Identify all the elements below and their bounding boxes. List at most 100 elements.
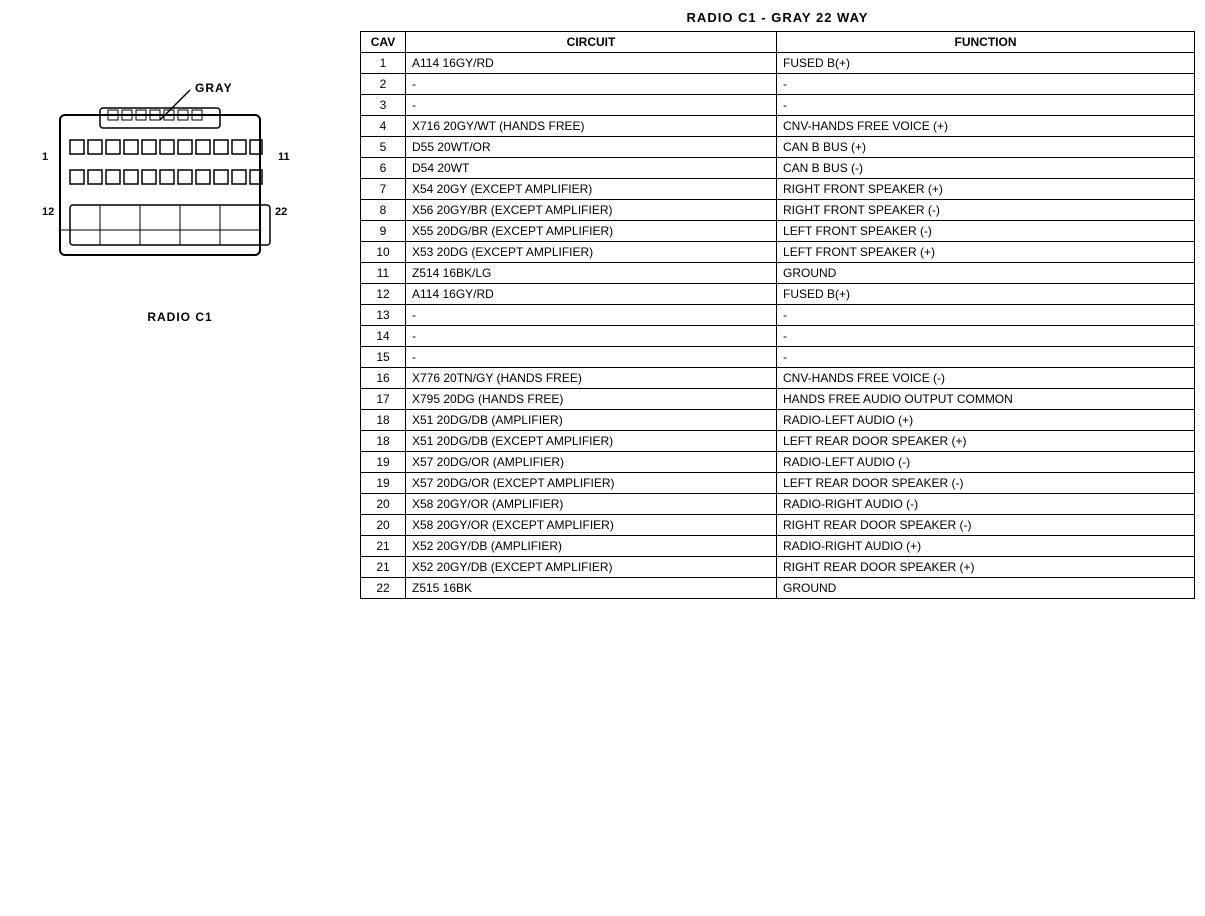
cell-circuit: - xyxy=(406,305,777,326)
cell-function: FUSED B(+) xyxy=(777,53,1195,74)
cell-circuit: Z514 16BK/LG xyxy=(406,263,777,284)
cell-cav: 11 xyxy=(361,263,406,284)
cell-function: CNV-HANDS FREE VOICE (+) xyxy=(777,116,1195,137)
cell-function: RADIO-RIGHT AUDIO (-) xyxy=(777,494,1195,515)
table-row: 18X51 20DG/DB (AMPLIFIER)RADIO-LEFT AUDI… xyxy=(361,410,1195,431)
cell-circuit: X52 20GY/DB (AMPLIFIER) xyxy=(406,536,777,557)
table-row: 5D55 20WT/ORCAN B BUS (+) xyxy=(361,137,1195,158)
cell-cav: 17 xyxy=(361,389,406,410)
cell-circuit: A114 16GY/RD xyxy=(406,53,777,74)
table-row: 20X58 20GY/OR (EXCEPT AMPLIFIER)RIGHT RE… xyxy=(361,515,1195,536)
cell-function: - xyxy=(777,347,1195,368)
table-row: 15-- xyxy=(361,347,1195,368)
table-row: 8X56 20GY/BR (EXCEPT AMPLIFIER)RIGHT FRO… xyxy=(361,200,1195,221)
svg-text:GRAY: GRAY xyxy=(195,81,233,95)
cell-cav: 5 xyxy=(361,137,406,158)
circuit-table: CAV CIRCUIT FUNCTION 1A114 16GY/RDFUSED … xyxy=(360,31,1195,599)
cell-cav: 13 xyxy=(361,305,406,326)
cell-function: LEFT REAR DOOR SPEAKER (-) xyxy=(777,473,1195,494)
cell-cav: 6 xyxy=(361,158,406,179)
cell-circuit: X54 20GY (EXCEPT AMPLIFIER) xyxy=(406,179,777,200)
right-panel: RADIO C1 - GRAY 22 WAY CAV CIRCUIT FUNCT… xyxy=(360,10,1195,599)
cell-circuit: X52 20GY/DB (EXCEPT AMPLIFIER) xyxy=(406,557,777,578)
cell-cav: 7 xyxy=(361,179,406,200)
cell-cav: 2 xyxy=(361,74,406,95)
table-row: 21X52 20GY/DB (EXCEPT AMPLIFIER)RIGHT RE… xyxy=(361,557,1195,578)
cell-circuit: X55 20DG/BR (EXCEPT AMPLIFIER) xyxy=(406,221,777,242)
cell-circuit: D54 20WT xyxy=(406,158,777,179)
cell-cav: 19 xyxy=(361,473,406,494)
cell-function: RIGHT REAR DOOR SPEAKER (-) xyxy=(777,515,1195,536)
svg-text:1: 1 xyxy=(42,151,48,163)
cell-function: RIGHT FRONT SPEAKER (-) xyxy=(777,200,1195,221)
cell-cav: 16 xyxy=(361,368,406,389)
cell-function: CNV-HANDS FREE VOICE (-) xyxy=(777,368,1195,389)
cell-cav: 21 xyxy=(361,557,406,578)
table-row: 17X795 20DG (HANDS FREE)HANDS FREE AUDIO… xyxy=(361,389,1195,410)
cell-function: GROUND xyxy=(777,263,1195,284)
cell-cav: 18 xyxy=(361,431,406,452)
cell-circuit: X51 20DG/DB (EXCEPT AMPLIFIER) xyxy=(406,431,777,452)
cell-cav: 14 xyxy=(361,326,406,347)
table-row: 6D54 20WTCAN B BUS (-) xyxy=(361,158,1195,179)
cell-circuit: - xyxy=(406,326,777,347)
cell-cav: 21 xyxy=(361,536,406,557)
cell-function: LEFT REAR DOOR SPEAKER (+) xyxy=(777,431,1195,452)
cell-circuit: X53 20DG (EXCEPT AMPLIFIER) xyxy=(406,242,777,263)
header-function: FUNCTION xyxy=(777,32,1195,53)
cell-function: RIGHT REAR DOOR SPEAKER (+) xyxy=(777,557,1195,578)
table-row: 22Z515 16BKGROUND xyxy=(361,578,1195,599)
table-row: 9X55 20DG/BR (EXCEPT AMPLIFIER)LEFT FRON… xyxy=(361,221,1195,242)
cell-circuit: X776 20TN/GY (HANDS FREE) xyxy=(406,368,777,389)
cell-circuit: X716 20GY/WT (HANDS FREE) xyxy=(406,116,777,137)
cell-function: - xyxy=(777,326,1195,347)
table-row: 12A114 16GY/RDFUSED B(+) xyxy=(361,284,1195,305)
svg-text:12: 12 xyxy=(42,206,54,218)
cell-circuit: X51 20DG/DB (AMPLIFIER) xyxy=(406,410,777,431)
table-row: 14-- xyxy=(361,326,1195,347)
cell-circuit: X795 20DG (HANDS FREE) xyxy=(406,389,777,410)
table-row: 16X776 20TN/GY (HANDS FREE)CNV-HANDS FRE… xyxy=(361,368,1195,389)
table-row: 11Z514 16BK/LGGROUND xyxy=(361,263,1195,284)
cell-cav: 8 xyxy=(361,200,406,221)
cell-circuit: - xyxy=(406,347,777,368)
cell-cav: 19 xyxy=(361,452,406,473)
cell-circuit: A114 16GY/RD xyxy=(406,284,777,305)
cell-function: HANDS FREE AUDIO OUTPUT COMMON xyxy=(777,389,1195,410)
cell-function: GROUND xyxy=(777,578,1195,599)
cell-function: LEFT FRONT SPEAKER (-) xyxy=(777,221,1195,242)
cell-cav: 4 xyxy=(361,116,406,137)
cell-function: CAN B BUS (-) xyxy=(777,158,1195,179)
cell-cav: 10 xyxy=(361,242,406,263)
svg-text:11: 11 xyxy=(278,151,290,163)
radio-c1-label: RADIO C1 xyxy=(147,310,212,324)
left-panel: GRAY 1 12 11 2 xyxy=(10,10,350,599)
table-row: 1A114 16GY/RDFUSED B(+) xyxy=(361,53,1195,74)
cell-cav: 20 xyxy=(361,494,406,515)
cell-cav: 15 xyxy=(361,347,406,368)
cell-function: FUSED B(+) xyxy=(777,284,1195,305)
cell-cav: 22 xyxy=(361,578,406,599)
cell-circuit: X57 20DG/OR (AMPLIFIER) xyxy=(406,452,777,473)
cell-cav: 1 xyxy=(361,53,406,74)
cell-function: RADIO-RIGHT AUDIO (+) xyxy=(777,536,1195,557)
table-row: 3-- xyxy=(361,95,1195,116)
cell-function: CAN B BUS (+) xyxy=(777,137,1195,158)
cell-cav: 20 xyxy=(361,515,406,536)
cell-function: RADIO-LEFT AUDIO (+) xyxy=(777,410,1195,431)
table-row: 18X51 20DG/DB (EXCEPT AMPLIFIER)LEFT REA… xyxy=(361,431,1195,452)
cell-circuit: D55 20WT/OR xyxy=(406,137,777,158)
cell-function: - xyxy=(777,74,1195,95)
cell-function: RADIO-LEFT AUDIO (-) xyxy=(777,452,1195,473)
cell-circuit: - xyxy=(406,95,777,116)
header-circuit: CIRCUIT xyxy=(406,32,777,53)
cell-circuit: X58 20GY/OR (AMPLIFIER) xyxy=(406,494,777,515)
table-row: 13-- xyxy=(361,305,1195,326)
table-title: RADIO C1 - GRAY 22 WAY xyxy=(360,10,1195,25)
cell-circuit: X58 20GY/OR (EXCEPT AMPLIFIER) xyxy=(406,515,777,536)
connector-diagram: GRAY 1 12 11 2 xyxy=(40,70,320,290)
cell-circuit: - xyxy=(406,74,777,95)
table-row: 7X54 20GY (EXCEPT AMPLIFIER)RIGHT FRONT … xyxy=(361,179,1195,200)
header-cav: CAV xyxy=(361,32,406,53)
svg-text:22: 22 xyxy=(275,206,287,218)
